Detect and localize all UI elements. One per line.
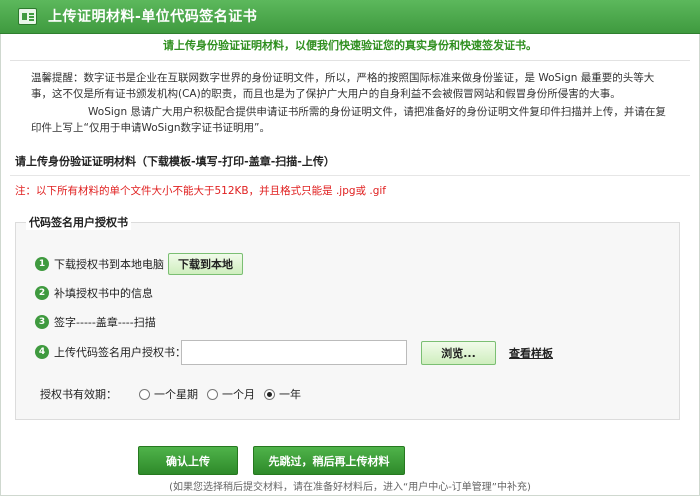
intro-headline: 请上传身份验证证明材料，以便我们快速验证您的真实身份和快速签发证书。 <box>163 39 537 52</box>
notice-paragraph-1: 温馨提醒：数字证书是企业在互联网数字世界的身份证明文件，所以，严格的按照国际标准… <box>31 72 655 100</box>
radio-icon[interactable] <box>207 388 218 400</box>
step-label: 补填授权书中的信息 <box>54 287 153 300</box>
step-3: 3 签字-----盖章----扫描 <box>35 312 156 332</box>
step-number-icon: 4 <box>35 345 49 359</box>
step-number-icon: 3 <box>35 315 49 329</box>
file-size-note: 注：以下所有材料的单个文件大小不能大于512KB，并且格式只能是 .jpg或 .… <box>15 185 387 197</box>
id-card-icon <box>18 8 37 25</box>
view-sample-link[interactable]: 查看样板 <box>509 345 553 361</box>
validity-option-year[interactable]: 一年 <box>264 386 301 402</box>
radio-icon[interactable] <box>139 388 150 400</box>
step-4: 4 上传代码签名用户授权书： <box>35 342 186 362</box>
divider <box>10 175 690 176</box>
option-label: 一年 <box>279 388 301 401</box>
footnote: (如果您选择稍后提交材料，请在准备好材料后，进入“用户中心-订单管理”中补充) <box>169 482 531 493</box>
divider <box>10 60 690 61</box>
step-1: 1 下载授权书到本地电脑 <box>35 254 164 274</box>
validity-option-month[interactable]: 一个月 <box>207 386 255 402</box>
step-label: 下载授权书到本地电脑 <box>54 258 164 271</box>
section-title: 请上传身份验证证明材料（下载模板-填写-打印-盖章-扫描-上传） <box>15 155 335 168</box>
notice-block: 温馨提醒：数字证书是企业在互联网数字世界的身份证明文件，所以，严格的按照国际标准… <box>31 71 671 139</box>
skip-upload-button[interactable]: 先跳过，稍后再上传材料 <box>253 446 405 475</box>
step-number-icon: 2 <box>35 286 49 300</box>
option-label: 一个月 <box>222 388 255 401</box>
confirm-upload-button[interactable]: 确认上传 <box>138 446 238 475</box>
step-2: 2 补填授权书中的信息 <box>35 283 153 303</box>
validity-option-week[interactable]: 一个星期 <box>139 386 198 402</box>
browse-button[interactable]: 浏览... <box>421 341 496 365</box>
step-label: 签字-----盖章----扫描 <box>54 316 156 329</box>
validity-row: 授权书有效期： 一个星期 一个月 一年 <box>40 385 310 403</box>
page-title: 上传证明材料-单位代码签名证书 <box>48 9 258 25</box>
radio-checked-icon[interactable] <box>264 388 275 400</box>
notice-paragraph-2: WoSign 恳请广大用户积极配合提供申请证书所需的身份证明文件，请把准备好的身… <box>31 106 666 134</box>
validity-label: 授权书有效期： <box>40 388 117 401</box>
download-template-button[interactable]: 下载到本地 <box>168 253 243 275</box>
option-label: 一个星期 <box>154 388 198 401</box>
step-number-icon: 1 <box>35 257 49 271</box>
file-path-input[interactable] <box>181 340 407 365</box>
auth-form-legend: 代码签名用户授权书 <box>26 214 131 230</box>
title-bar: 上传证明材料-单位代码签名证书 <box>0 0 700 34</box>
step-label: 上传代码签名用户授权书： <box>54 346 186 359</box>
